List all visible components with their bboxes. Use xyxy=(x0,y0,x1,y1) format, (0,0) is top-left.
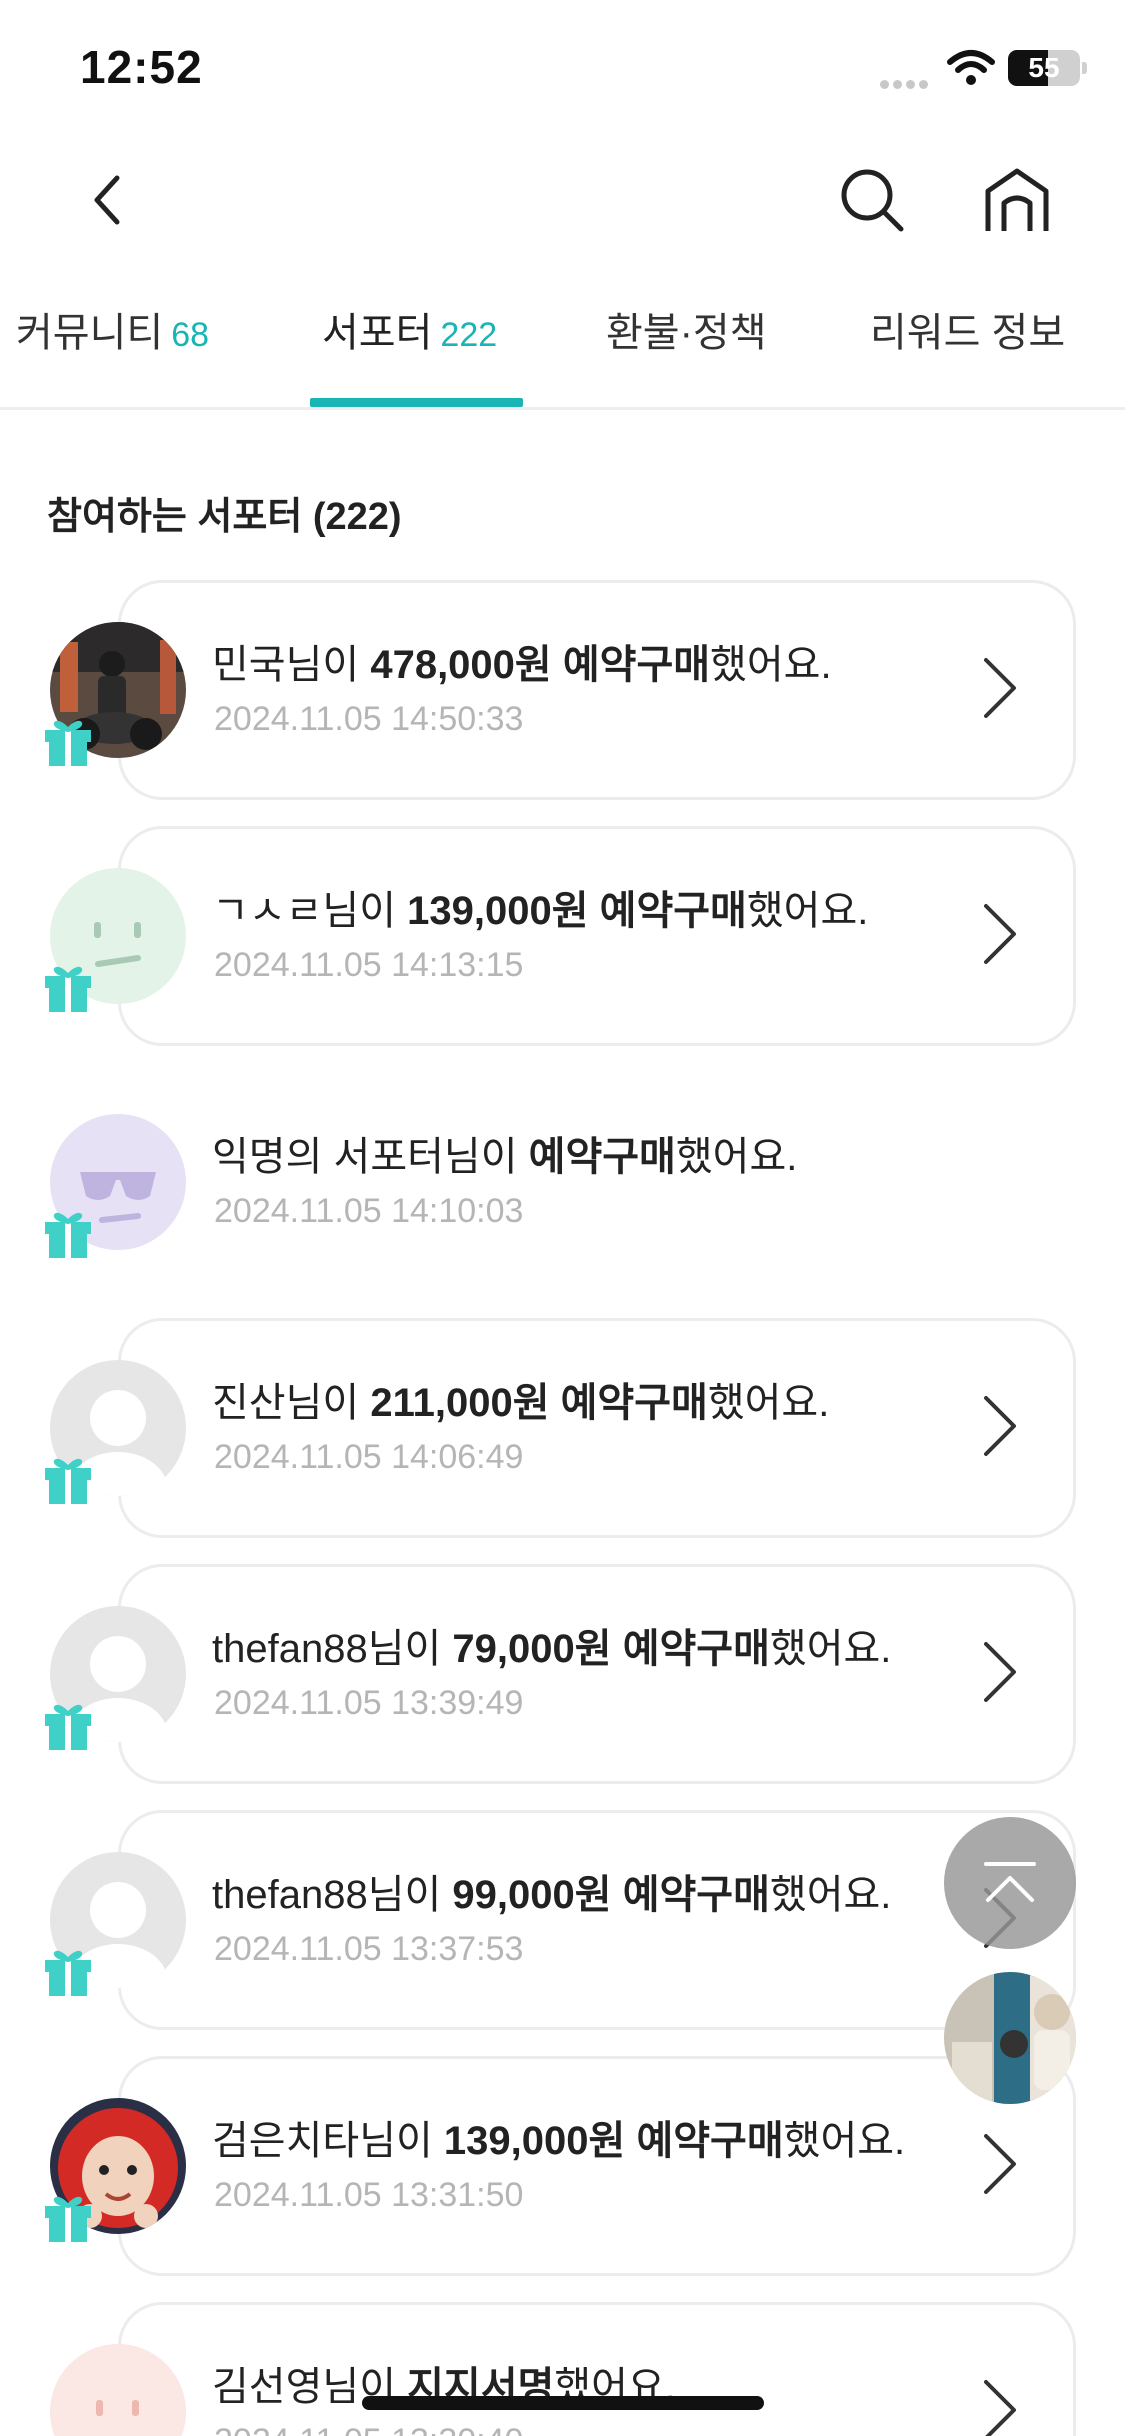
supporter-card xyxy=(118,1072,1076,1292)
supporter-message: thefan88님이 99,000원 예약구매했어요. xyxy=(212,1873,892,1917)
tab-label: 리워드 정보 xyxy=(870,311,1066,355)
tab-supporters[interactable]: 서포터 222 xyxy=(322,300,497,410)
status-time: 12:52 xyxy=(80,41,203,93)
gift-icon xyxy=(45,966,91,1012)
chevron-left-icon xyxy=(94,175,120,225)
supporter-message: thefan88님이 79,000원 예약구매했어요. xyxy=(212,1627,892,1671)
home-indicator xyxy=(362,2396,764,2410)
list-item[interactable]: 민국님이 478,000원 예약구매했어요. 2024.11.05 14:50:… xyxy=(0,580,1125,802)
list-item[interactable]: ㄱㅅㄹ님이 139,000원 예약구매했어요. 2024.11.05 14:13… xyxy=(0,826,1125,1048)
supporter-card[interactable] xyxy=(118,2056,1076,2276)
list-item[interactable]: thefan88님이 79,000원 예약구매했어요. 2024.11.05 1… xyxy=(0,1564,1125,1786)
supporter-timestamp: 2024.11.05 14:13:15 xyxy=(214,946,524,984)
status-bar: 12:52 55 xyxy=(0,0,1125,130)
active-tab-indicator xyxy=(310,398,523,407)
tab-community[interactable]: 커뮤니티 68 xyxy=(16,300,209,410)
home-icon xyxy=(985,168,1049,231)
tab-reward-info[interactable]: 리워드 정보 xyxy=(870,300,1065,410)
list-item[interactable]: 김선영님이 지지서명했어요. 2024.11.05 13:30:40 xyxy=(0,2302,1125,2436)
chevron-right-icon xyxy=(984,1396,1016,1456)
gift-icon xyxy=(45,2196,91,2242)
chevron-right-icon xyxy=(984,2134,1016,2194)
tab-label: 환불·정책 xyxy=(606,311,767,355)
tab-label: 커뮤니티 xyxy=(16,311,164,355)
supporter-card[interactable] xyxy=(118,1318,1076,1538)
battery-tip xyxy=(1082,62,1087,74)
list-item[interactable]: 검은치타님이 139,000원 예약구매했어요. 2024.11.05 13:3… xyxy=(0,2056,1125,2278)
home-button[interactable] xyxy=(975,158,1059,242)
list-item: 익명의 서포터님이 예약구매했어요. 2024.11.05 14:10:03 xyxy=(0,1072,1125,1294)
supporter-message: ㄱㅅㄹ님이 139,000원 예약구매했어요. xyxy=(212,889,869,933)
floating-thumbnail[interactable] xyxy=(944,1972,1076,2104)
supporter-card[interactable] xyxy=(118,1810,1076,2030)
tab-label: 서포터 xyxy=(322,311,433,355)
wifi-icon xyxy=(947,50,995,85)
supporter-timestamp: 2024.11.05 13:37:53 xyxy=(214,1930,524,1968)
supporter-card[interactable] xyxy=(118,580,1076,800)
supporter-message: 검은치타님이 139,000원 예약구매했어요. xyxy=(212,2119,906,2163)
gift-icon xyxy=(45,1212,91,1258)
signal-icon xyxy=(880,76,932,94)
tab-count: 222 xyxy=(440,316,498,354)
supporter-card[interactable] xyxy=(118,826,1076,1046)
supporter-message: 민국님이 478,000원 예약구매했어요. xyxy=(212,643,832,687)
search-button[interactable] xyxy=(830,158,914,242)
supporter-message: 익명의 서포터님이 예약구매했어요. xyxy=(212,1135,798,1179)
chevron-right-icon xyxy=(984,658,1016,718)
list-item[interactable]: 진산님이 211,000원 예약구매했어요. 2024.11.05 14:06:… xyxy=(0,1318,1125,1540)
top-nav xyxy=(0,140,1125,260)
scroll-to-top-button[interactable] xyxy=(944,1817,1076,1949)
gift-icon xyxy=(45,1458,91,1504)
gift-icon xyxy=(45,1704,91,1750)
chevron-right-icon xyxy=(984,2380,1016,2436)
back-button[interactable] xyxy=(65,158,149,242)
scroll-to-top-icon xyxy=(984,1862,1036,1902)
supporter-card[interactable] xyxy=(118,1564,1076,1784)
tab-refund-policy[interactable]: 환불·정책 xyxy=(606,300,767,410)
supporter-timestamp: 2024.11.05 13:31:50 xyxy=(214,2176,524,2214)
gift-icon xyxy=(45,720,91,766)
chevron-right-icon xyxy=(984,904,1016,964)
supporter-timestamp: 2024.11.05 14:10:03 xyxy=(214,1192,524,1230)
tab-count: 68 xyxy=(171,316,210,354)
section-title: 참여하는 서포터 (222) xyxy=(47,496,402,538)
chevron-right-icon xyxy=(984,1642,1016,1702)
search-icon xyxy=(841,169,904,232)
tab-bar: 커뮤니티 68 서포터 222 환불·정책 리워드 정보 xyxy=(0,290,1125,410)
battery-level: 55 xyxy=(1028,52,1060,83)
supporter-timestamp: 2024.11.05 14:50:33 xyxy=(214,700,524,738)
gift-icon xyxy=(45,1950,91,1996)
supporter-timestamp: 2024.11.05 14:06:49 xyxy=(214,1438,524,1476)
supporter-timestamp: 2024.11.05 13:30:40 xyxy=(214,2422,523,2436)
supporter-message: 진산님이 211,000원 예약구매했어요. xyxy=(212,1381,830,1425)
battery-icon: 55 xyxy=(1008,50,1080,86)
supporter-timestamp: 2024.11.05 13:39:49 xyxy=(214,1684,524,1722)
